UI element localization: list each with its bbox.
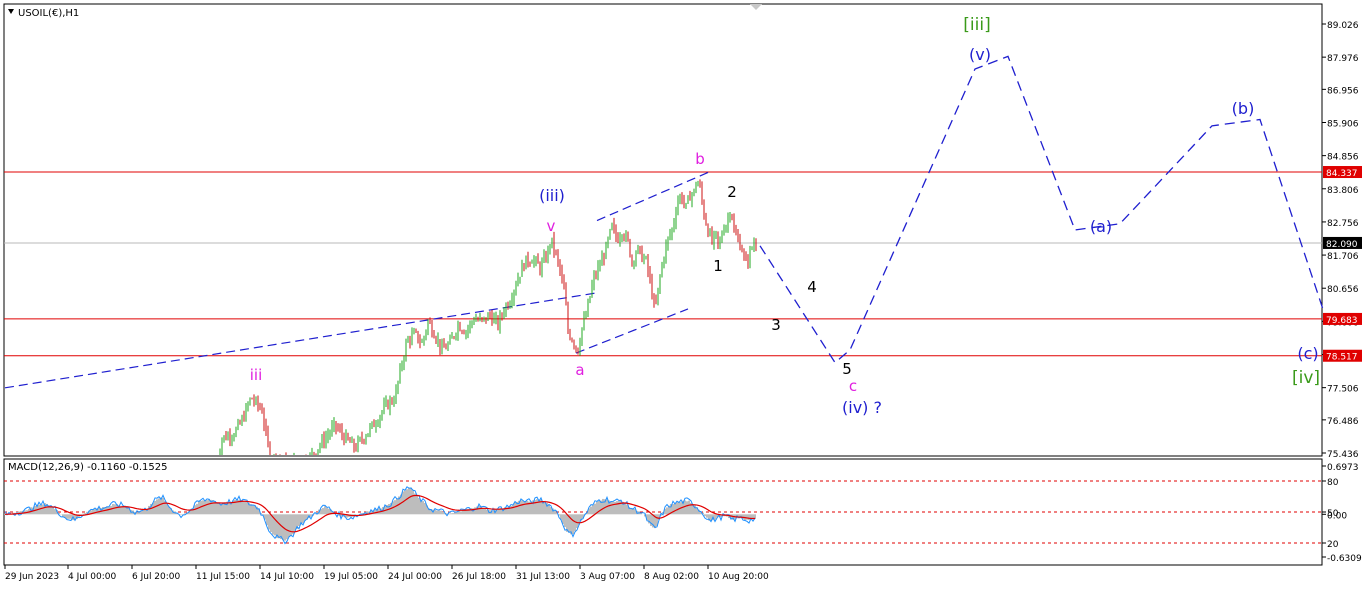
time-axis: 29 Jun 2023 4 Jul 00:00 6 Jul 20:00 11 Jul … [4, 565, 769, 582]
chart-window: [iii] (v) (b) (a) b (iii) v 2 1 4 3 5 c (iv) ? a iii (c)… [0, 0, 1366, 588]
level-price-label: 82.090 [1326, 240, 1358, 250]
price-axis: 89.026 87.976 86.956 85.906 84.856 83.806 82.7… [1322, 21, 1362, 564]
wave-label[interactable]: v [547, 217, 556, 235]
price-tick-label: 83.806 [1327, 186, 1359, 196]
wave-label[interactable]: 2 [727, 183, 737, 201]
wave-label[interactable]: (a) [1090, 217, 1112, 236]
price-tick-label: 84.856 [1327, 153, 1359, 163]
time-tick-label: 6 Jul 20:00 [132, 572, 181, 582]
wave-label[interactable]: b [695, 150, 705, 168]
wave-label[interactable]: [iii] [963, 15, 990, 35]
time-tick-label: 11 Jul 15:00 [196, 572, 250, 582]
main-plot-frame [3, 3, 1323, 457]
price-tick-label: 81.706 [1327, 252, 1359, 262]
price-tick-label: 77.506 [1327, 385, 1359, 395]
time-tick-label: 24 Jul 00:00 [388, 572, 442, 582]
indicator-tick-label: 20 [1327, 540, 1339, 550]
time-tick-label: 14 Jul 10:00 [260, 572, 314, 582]
level-price-label: 84.337 [1326, 169, 1358, 179]
time-tick-label: 29 Jun 2023 [5, 572, 59, 582]
indicator-tick-label: 0.6973 [1327, 463, 1359, 473]
wave-label[interactable]: iii [250, 366, 263, 384]
wave-label[interactable]: (v) [969, 45, 991, 64]
level-price-label: 78.517 [1326, 353, 1358, 363]
price-tick-label: 89.026 [1327, 21, 1359, 31]
indicator-tick-label: 0.00 [1327, 511, 1347, 521]
wave-label[interactable]: 4 [807, 278, 817, 296]
price-tick-label: 80.656 [1327, 285, 1359, 295]
price-tick-label: 87.976 [1327, 54, 1359, 64]
wave-label[interactable]: 1 [713, 257, 723, 275]
wave-label[interactable]: 3 [771, 316, 781, 334]
price-tick-label: 82.756 [1327, 219, 1359, 229]
wave-label[interactable]: c [849, 377, 857, 395]
time-tick-label: 26 Jul 18:00 [452, 572, 506, 582]
indicator-title: MACD(12,26,9) -0.1160 -0.1525 [8, 462, 168, 473]
time-tick-label: 10 Aug 20:00 [708, 572, 769, 582]
time-tick-label: 8 Aug 02:00 [644, 572, 699, 582]
price-tick-label: 86.956 [1327, 86, 1359, 96]
time-tick-label: 19 Jul 05:00 [324, 572, 378, 582]
wave-label[interactable]: [iv] [1292, 368, 1320, 388]
time-tick-label: 31 Jul 13:00 [516, 572, 570, 582]
wave-label[interactable]: (iii) [539, 186, 565, 205]
price-tick-label: 76.486 [1327, 417, 1359, 427]
time-tick-label: 4 Jul 00:00 [68, 572, 117, 582]
price-tick-label: 85.906 [1327, 119, 1359, 129]
wave-label[interactable]: (iv) ? [842, 398, 882, 417]
chart-canvas[interactable]: [iii] (v) (b) (a) b (iii) v 2 1 4 3 5c (iv) ? a iii (c)… [0, 0, 1366, 588]
wave-label[interactable]: 5 [842, 360, 852, 378]
indicator-tick-label: 80 [1327, 478, 1339, 488]
chart-title: USOIL(€),H1 [18, 8, 79, 19]
indicator-tick-label: -0.6309 [1327, 554, 1362, 564]
level-price-label: 79.683 [1326, 316, 1358, 326]
wave-label[interactable]: a [575, 361, 584, 379]
time-tick-label: 3 Aug 07:00 [580, 572, 635, 582]
wave-label[interactable]: (c) [1297, 344, 1318, 363]
wave-label[interactable]: (b) [1232, 99, 1255, 118]
price-tick-label: 75.436 [1327, 450, 1359, 460]
